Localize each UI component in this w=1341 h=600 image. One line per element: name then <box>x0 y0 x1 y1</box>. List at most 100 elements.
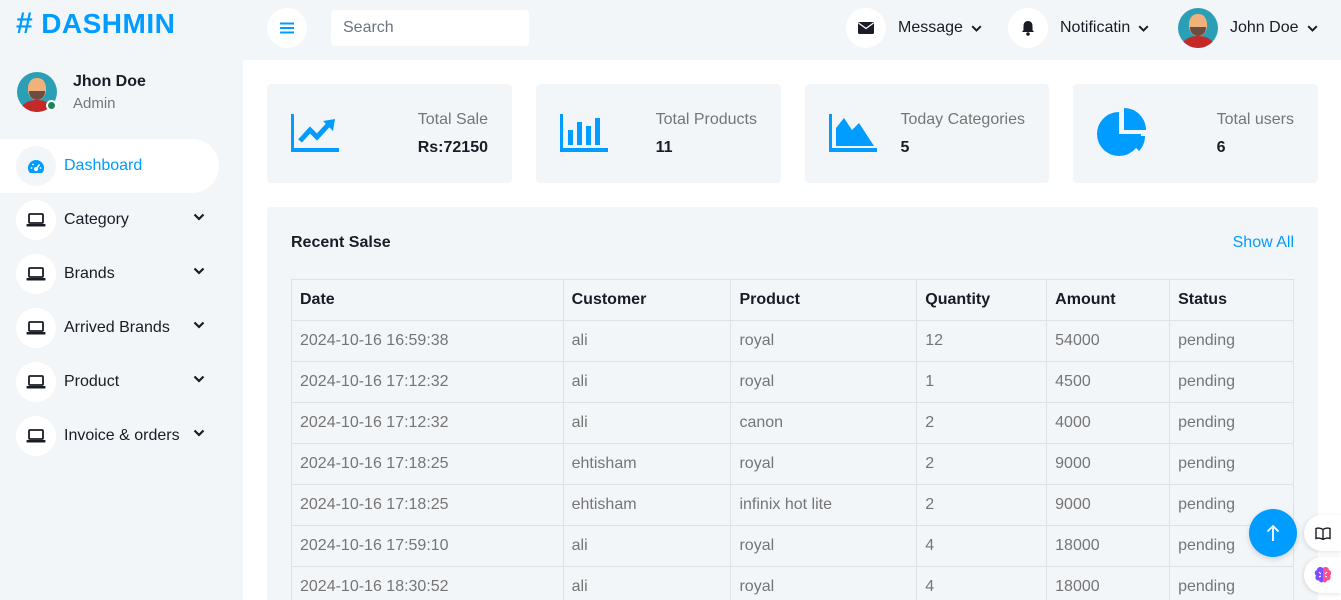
chart-bar-icon <box>560 114 608 152</box>
table-row: 2024-10-16 17:18:25 ehtisham infinix hot… <box>291 484 1294 526</box>
table-cell: pending <box>1169 402 1294 444</box>
table-row: 2024-10-16 16:59:38 ali royal 12 54000 p… <box>291 320 1294 362</box>
card-value: 6 <box>1216 139 1226 156</box>
table-row: 2024-10-16 17:12:32 ali royal 1 4500 pen… <box>291 361 1294 403</box>
table-cell: ali <box>562 402 732 444</box>
table-cell: pending <box>1169 566 1294 600</box>
chevron-down-icon <box>193 429 205 437</box>
sidebar: # DASHMIN Jhon Doe Admin Dashboard Categ… <box>0 0 243 600</box>
table-cell: 54000 <box>1046 320 1171 362</box>
stat-card-total-users: Total users 6 <box>1073 84 1318 183</box>
laptop-icon <box>16 362 56 402</box>
sidebar-item-brands[interactable]: Brands <box>0 247 243 301</box>
table-cell: ali <box>562 525 732 567</box>
topbar: Message Notificatin John Doe <box>243 0 1341 60</box>
table-cell: ali <box>562 320 732 362</box>
chevron-down-icon <box>193 267 205 275</box>
book-icon <box>1314 526 1331 540</box>
brand-hash: # <box>16 7 34 40</box>
table-row: 2024-10-16 18:30:52 ali royal 4 18000 pe… <box>291 566 1294 600</box>
stat-card-total-products: Total Products 11 <box>536 84 781 183</box>
profile-avatar-wrap <box>17 72 57 112</box>
table-cell: 2 <box>916 402 1048 444</box>
sidebar-item-label: Category <box>64 211 129 228</box>
table-cell: royal <box>730 443 918 485</box>
table-cell: 2024-10-16 16:59:38 <box>291 320 564 362</box>
sidebar-nav: Dashboard Category Brands Arrived Brands <box>0 139 243 463</box>
table-cell: 2 <box>916 484 1048 526</box>
column-header[interactable]: Product <box>730 279 918 321</box>
sidebar-item-label: Dashboard <box>64 157 143 174</box>
chart-line-icon <box>291 114 339 152</box>
table-cell: 1 <box>916 361 1048 403</box>
recent-sales-table: Date Customer Product Quantity Amount St… <box>291 279 1294 600</box>
brand-name: DASHMIN <box>41 8 176 39</box>
stat-card-today-categories: Today Categories 5 <box>805 84 1049 183</box>
menu-toggle-button[interactable] <box>267 8 307 48</box>
table-cell: 18000 <box>1046 566 1171 600</box>
ai-assistant-widget-button[interactable] <box>1304 557 1341 593</box>
table-cell: ali <box>562 566 732 600</box>
card-title: Total Sale <box>417 111 488 128</box>
back-to-top-button[interactable] <box>1249 509 1297 557</box>
column-header[interactable]: Date <box>291 279 564 321</box>
sidebar-item-label: Arrived Brands <box>64 319 170 336</box>
reader-widget-button[interactable] <box>1304 515 1341 551</box>
recent-sales-panel: Recent Salse Show All Date Customer Prod… <box>267 207 1318 600</box>
table-row: 2024-10-16 17:18:25 ehtisham royal 2 900… <box>291 443 1294 485</box>
sidebar-profile: Jhon Doe Admin <box>17 72 146 112</box>
chevron-down-icon <box>193 321 205 329</box>
brain-icon <box>1314 566 1331 583</box>
sidebar-item-dashboard[interactable]: Dashboard <box>0 139 219 193</box>
user-name-label: John Doe <box>1230 19 1299 36</box>
search-input[interactable] <box>331 10 529 46</box>
sidebar-item-arrived-brands[interactable]: Arrived Brands <box>0 301 243 355</box>
card-value: 11 <box>655 139 673 156</box>
table-cell: pending <box>1169 443 1294 485</box>
column-header[interactable]: Customer <box>562 279 732 321</box>
gauge-icon <box>16 146 56 186</box>
chart-pie-icon <box>1097 108 1146 156</box>
table-cell: ehtisham <box>562 484 732 526</box>
sidebar-item-product[interactable]: Product <box>0 355 243 409</box>
show-all-link[interactable]: Show All <box>1233 234 1294 252</box>
card-value: 5 <box>900 139 910 156</box>
table-cell: 4 <box>916 566 1048 600</box>
sidebar-item-category[interactable]: Category <box>0 193 243 247</box>
column-header[interactable]: Quantity <box>916 279 1048 321</box>
table-cell: royal <box>730 361 918 403</box>
table-cell: ehtisham <box>562 443 732 485</box>
table-cell: canon <box>730 402 918 444</box>
table-cell: 4000 <box>1046 402 1171 444</box>
notification-dropdown[interactable]: Notificatin <box>1008 8 1149 48</box>
laptop-icon <box>16 308 56 348</box>
laptop-icon <box>16 200 56 240</box>
profile-name: Jhon Doe <box>73 72 146 90</box>
brand-logo[interactable]: # DASHMIN <box>16 6 175 42</box>
card-value: Rs:72150 <box>417 139 488 156</box>
notification-label: Notificatin <box>1060 19 1131 36</box>
chevron-down-icon <box>193 375 205 383</box>
user-dropdown[interactable]: John Doe <box>1178 8 1318 48</box>
online-status-dot <box>46 100 57 111</box>
chevron-down-icon <box>971 24 982 32</box>
laptop-icon <box>16 254 56 294</box>
table-cell: pending <box>1169 361 1294 403</box>
table-cell: 4 <box>916 525 1048 567</box>
sidebar-item-label: Invoice & orders <box>64 427 180 444</box>
sidebar-item-invoice-orders[interactable]: Invoice & orders <box>0 409 243 463</box>
table-cell: 4500 <box>1046 361 1171 403</box>
card-title: Total users <box>1216 111 1294 128</box>
message-dropdown[interactable]: Message <box>846 8 982 48</box>
column-header[interactable]: Amount <box>1046 279 1171 321</box>
message-label: Message <box>898 19 963 36</box>
hamburger-icon <box>280 22 294 34</box>
arrow-up-icon <box>1266 524 1280 541</box>
table-cell: royal <box>730 525 918 567</box>
sidebar-item-label: Brands <box>64 265 115 282</box>
table-header-row: Date Customer Product Quantity Amount St… <box>291 279 1294 321</box>
table-cell: 2024-10-16 18:30:52 <box>291 566 564 600</box>
table-row: 2024-10-16 17:59:10 ali royal 4 18000 pe… <box>291 525 1294 567</box>
column-header[interactable]: Status <box>1169 279 1294 321</box>
table-cell: 2 <box>916 443 1048 485</box>
